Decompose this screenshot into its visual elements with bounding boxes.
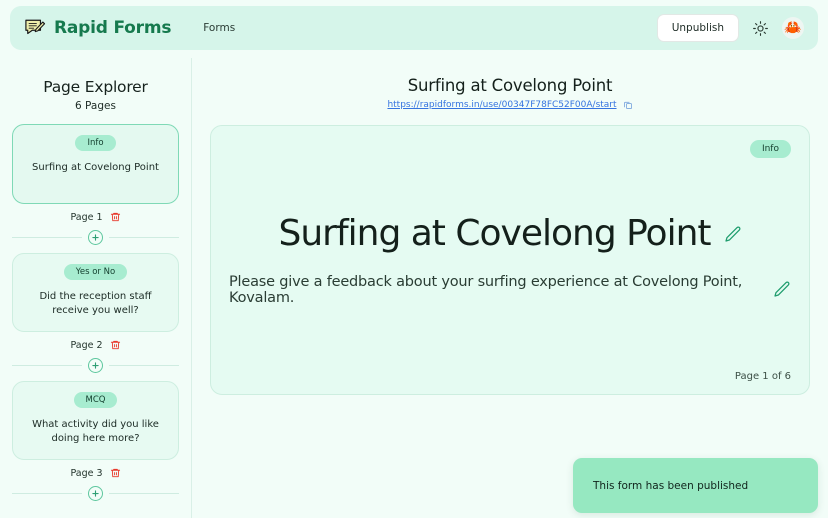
page-count-label: 6 Pages [12, 100, 179, 112]
add-page-divider-2 [12, 358, 179, 373]
preview-type-chip: Info [750, 140, 791, 158]
brand-name: Rapid Forms [54, 18, 171, 38]
divider-rule [109, 365, 179, 366]
navbar-actions: Unpublish 🦀 [657, 14, 804, 42]
toast-message: This form has been published [593, 480, 748, 492]
page-type-chip: Yes or No [64, 264, 127, 280]
page-explorer-sidebar: Page Explorer 6 Pages Info Surfing at Co… [0, 58, 192, 518]
plus-circle-icon[interactable] [88, 486, 103, 501]
page-card-3[interactable]: MCQ What activity did you like doing her… [12, 381, 179, 460]
preview-subheading-row: Please give a feedback about your surfin… [229, 274, 791, 306]
pencil-edit-icon[interactable] [772, 280, 791, 299]
page-meta-1: Page 1 [12, 211, 179, 223]
toast-notification: This form has been published [573, 458, 818, 513]
page-card-1[interactable]: Info Surfing at Covelong Point [12, 124, 179, 204]
page-counter: Page 1 of 6 [735, 371, 791, 382]
nav-link-forms[interactable]: Forms [203, 22, 235, 34]
page-meta-3: Page 3 [12, 467, 179, 479]
plus-circle-icon[interactable] [88, 358, 103, 373]
divider-rule [12, 493, 82, 494]
page-title: Surfing at Covelong Point [210, 76, 810, 95]
page-card-text: Surfing at Covelong Point [30, 161, 161, 175]
page-card-text: Did the reception staff receive you well… [23, 290, 168, 317]
page-list: Info Surfing at Covelong Point Page 1 [12, 124, 179, 501]
top-navbar: Rapid Forms Forms Unpublish 🦀 [10, 6, 818, 50]
page-explorer-title: Page Explorer [12, 78, 179, 96]
main-panel: Surfing at Covelong Point https://rapidf… [192, 58, 828, 518]
unpublish-button[interactable]: Unpublish [657, 14, 739, 42]
page-preview-card: Info Surfing at Covelong Point Please gi… [210, 125, 810, 395]
workspace: Page Explorer 6 Pages Info Surfing at Co… [0, 58, 828, 518]
divider-rule [109, 237, 179, 238]
divider-rule [12, 237, 82, 238]
copy-icon[interactable] [623, 100, 633, 110]
preview-heading: Surfing at Covelong Point [278, 214, 710, 254]
sun-icon[interactable] [752, 20, 769, 37]
form-url-row: https://rapidforms.in/use/00347F78FC52F0… [210, 100, 810, 110]
page-type-chip: MCQ [74, 392, 118, 408]
page-meta-2: Page 2 [12, 339, 179, 351]
form-pen-logo-icon [24, 18, 46, 38]
divider-rule [12, 365, 82, 366]
page-label: Page 1 [70, 212, 102, 223]
page-card-text: What activity did you like doing here mo… [23, 418, 168, 445]
add-page-divider-1 [12, 230, 179, 245]
plus-circle-icon[interactable] [88, 230, 103, 245]
trash-icon[interactable] [110, 339, 121, 351]
crab-avatar[interactable]: 🦀 [782, 17, 804, 39]
divider-rule [109, 493, 179, 494]
form-url-link[interactable]: https://rapidforms.in/use/00347F78FC52F0… [387, 100, 616, 110]
add-page-divider-3 [12, 486, 179, 501]
page-type-chip: Info [75, 135, 115, 151]
pencil-edit-icon[interactable] [723, 225, 742, 244]
page-label: Page 3 [70, 468, 102, 479]
avatar-glyph: 🦀 [784, 21, 801, 35]
trash-icon[interactable] [110, 211, 121, 223]
page-label: Page 2 [70, 340, 102, 351]
brand[interactable]: Rapid Forms [24, 18, 171, 38]
preview-subheading: Please give a feedback about your surfin… [229, 274, 758, 306]
preview-body: Surfing at Covelong Point Please give a … [229, 214, 791, 306]
preview-heading-row: Surfing at Covelong Point [278, 214, 741, 254]
trash-icon[interactable] [110, 467, 121, 479]
page-card-2[interactable]: Yes or No Did the reception staff receiv… [12, 253, 179, 332]
